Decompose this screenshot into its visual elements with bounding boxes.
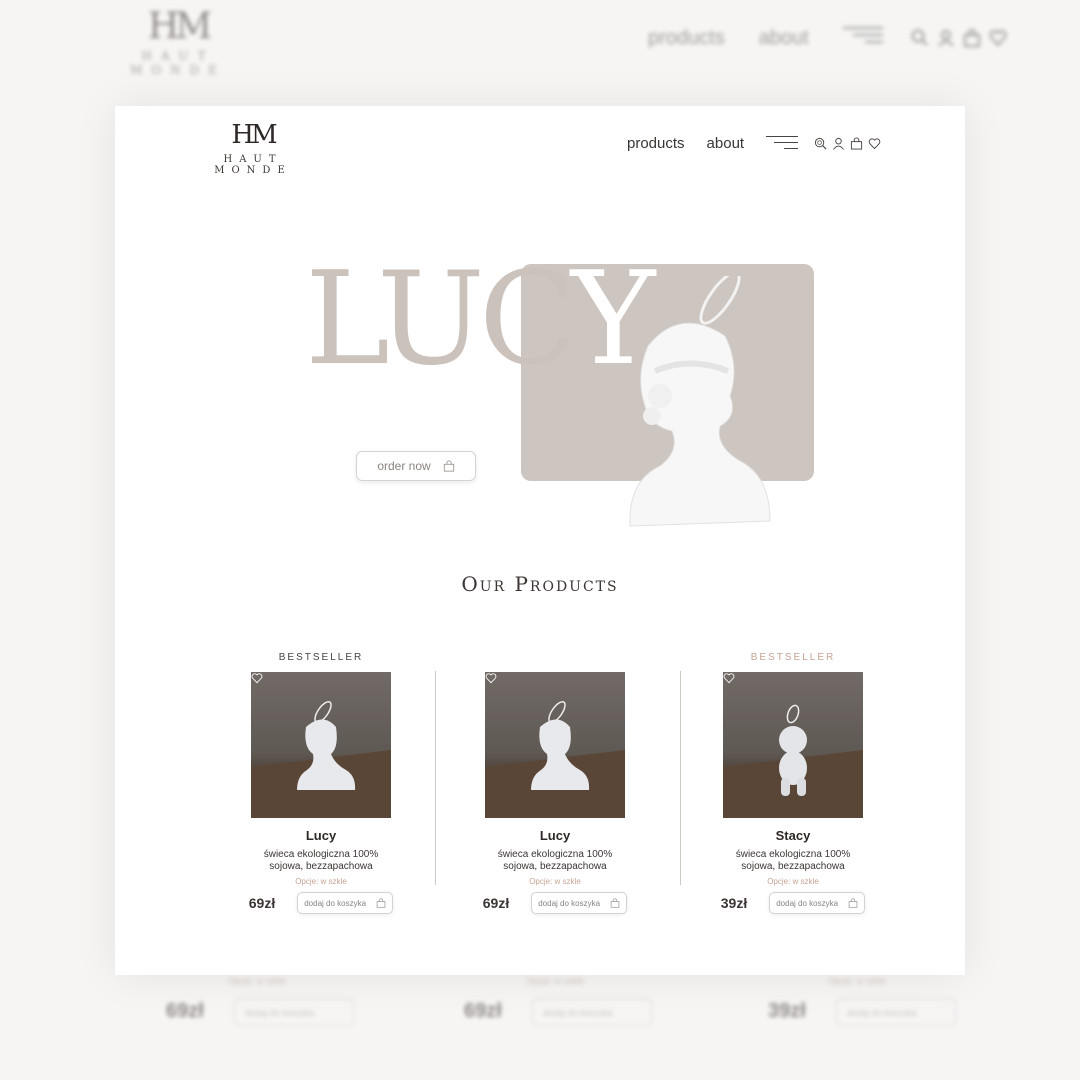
background-cart-button: dodaj do koszyka	[532, 998, 652, 1026]
bestseller-badge: BESTSELLER	[750, 652, 836, 663]
product-photo[interactable]	[723, 672, 863, 818]
product-name[interactable]: Lucy	[231, 828, 411, 843]
product-buy-row: 69zł dodaj do koszyka	[465, 892, 645, 914]
brand-logo[interactable]: HM HAUT MONDE	[193, 120, 313, 176]
background-nav: products about	[648, 24, 1007, 52]
user-icon[interactable]	[832, 137, 845, 150]
add-to-cart-button[interactable]: dodaj do koszyka	[531, 892, 628, 914]
bestseller-badge: BESTSELLER	[278, 652, 364, 663]
hero-title: LUCY	[305, 256, 655, 384]
product-description: świeca ekologiczna 100% sojowa, bezzapac…	[735, 849, 851, 872]
section-title: Our Products	[461, 572, 619, 596]
product-card[interactable]: Lucy świeca ekologiczna 100% sojowa, bez…	[465, 652, 645, 914]
add-to-cart-button[interactable]: dodaj do koszyka	[297, 892, 394, 914]
product-divider	[680, 671, 681, 885]
background-nav-products: products	[648, 26, 725, 49]
nav-icons	[814, 136, 881, 150]
background-cart-button: dodaj do koszyka	[234, 998, 354, 1026]
background-logo-monogram: HM	[147, 6, 212, 47]
background-nav-about: about	[758, 26, 809, 49]
lucy-bust-image	[629, 276, 771, 527]
product-price: 69zł	[482, 895, 510, 911]
bag-icon	[610, 898, 620, 908]
bag-icon	[376, 898, 386, 908]
order-now-button[interactable]: order now	[356, 451, 476, 481]
product-card[interactable]: BESTSELLER Lucy świeca ekologiczna 100% …	[231, 652, 411, 914]
main-nav: products about	[627, 134, 881, 152]
background-logo-name: HAUT MONDE	[129, 49, 226, 77]
background-cart-button: dodaj do koszyka	[836, 998, 956, 1026]
logo-monogram: HM	[231, 120, 277, 150]
product-option[interactable]: Opcje: w szkle	[703, 877, 883, 886]
product-price: 39zł	[720, 895, 748, 911]
nav-products-link[interactable]: products	[627, 135, 685, 152]
background-icons	[911, 29, 1007, 47]
background-option: Opcje: w szkle	[828, 976, 887, 986]
product-description: świeca ekologiczna 100% sojowa, bezzapac…	[497, 849, 613, 872]
heart-icon[interactable]	[868, 137, 881, 150]
product-description: świeca ekologiczna 100% sojowa, bezzapac…	[263, 849, 379, 872]
product-divider	[435, 671, 436, 885]
background-price: 69zł	[166, 1000, 204, 1022]
product-option[interactable]: Opcje: w szkle	[465, 877, 645, 886]
bag-icon	[848, 898, 858, 908]
bag-icon	[443, 460, 454, 472]
product-card[interactable]: BESTSELLER Stacy świeca ekologiczna 100%…	[703, 652, 883, 914]
background-option: Opcje: w szkle	[526, 976, 585, 986]
background-price: 69zł	[464, 1000, 502, 1022]
product-buy-row: 69zł dodaj do koszyka	[231, 892, 411, 914]
add-to-cart-label: dodaj do koszyka	[776, 898, 839, 908]
heart-icon[interactable]	[251, 672, 263, 684]
background-price: 39zł	[768, 1000, 806, 1022]
bag-icon[interactable]	[850, 136, 863, 150]
logo-name: HAUT MONDE	[214, 154, 292, 176]
background-product-footer: Opcje: w szkle Opcje: w szkle Opcje: w s…	[0, 970, 1080, 1040]
background-option: Opcje: w szkle	[228, 976, 287, 986]
website-card: HM HAUT MONDE products about LUCY order …	[115, 106, 965, 975]
background-logo: HM HAUT MONDE	[98, 6, 258, 77]
product-photo[interactable]	[485, 672, 625, 818]
nav-about-link[interactable]: about	[707, 135, 745, 152]
add-to-cart-label: dodaj do koszyka	[304, 898, 367, 908]
hero-title-main: LUC	[305, 245, 577, 394]
heart-icon[interactable]	[723, 672, 735, 684]
menu-icon[interactable]	[766, 134, 799, 152]
search-icon[interactable]	[814, 137, 827, 150]
product-buy-row: 39zł dodaj do koszyka	[703, 892, 883, 914]
order-now-label: order now	[377, 459, 431, 473]
add-to-cart-label: dodaj do koszyka	[538, 898, 601, 908]
product-name[interactable]: Lucy	[465, 828, 645, 843]
product-option[interactable]: Opcje: w szkle	[231, 877, 411, 886]
product-photo[interactable]	[251, 672, 391, 818]
background-hamburger-icon	[842, 24, 883, 52]
product-price: 69zł	[248, 895, 276, 911]
add-to-cart-button[interactable]: dodaj do koszyka	[769, 892, 866, 914]
product-name[interactable]: Stacy	[703, 828, 883, 843]
product-badge	[465, 652, 645, 666]
heart-icon[interactable]	[485, 672, 497, 684]
